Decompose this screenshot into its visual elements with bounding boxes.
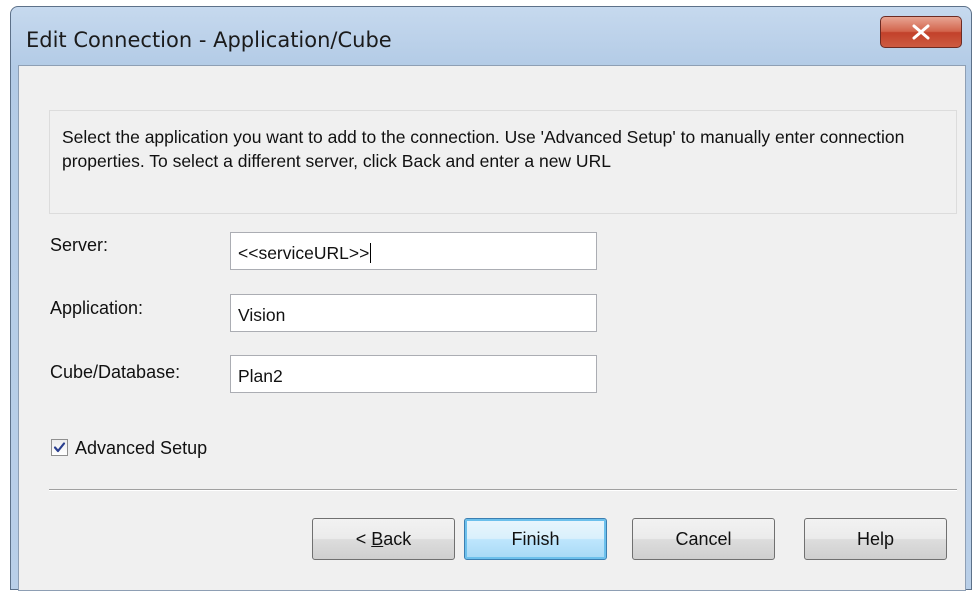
dialog-body: Select the application you want to add t… bbox=[18, 65, 966, 591]
back-button-label: < Back bbox=[355, 528, 412, 549]
back-button[interactable]: < Back bbox=[312, 518, 455, 560]
application-input[interactable]: Vision bbox=[230, 294, 597, 332]
close-icon bbox=[912, 24, 930, 40]
window-title: Edit Connection - Application/Cube bbox=[26, 28, 392, 52]
description-panel: Select the application you want to add t… bbox=[49, 110, 957, 214]
cube-database-label: Cube/Database: bbox=[50, 362, 181, 382]
server-value: <<serviceURL>> bbox=[238, 243, 370, 263]
cancel-button[interactable]: Cancel bbox=[632, 518, 775, 560]
help-button[interactable]: Help bbox=[804, 518, 947, 560]
checkmark-icon bbox=[53, 442, 66, 453]
dialog-window: Edit Connection - Application/Cube Selec… bbox=[10, 6, 972, 591]
text-cursor bbox=[370, 243, 372, 263]
divider bbox=[49, 489, 957, 491]
cube-database-value: Plan2 bbox=[238, 366, 283, 386]
application-label: Application: bbox=[50, 298, 144, 318]
application-value: Vision bbox=[238, 305, 286, 325]
close-button[interactable] bbox=[880, 16, 962, 48]
advanced-setup-label[interactable]: Advanced Setup bbox=[75, 438, 207, 459]
cube-database-input[interactable]: Plan2 bbox=[230, 355, 597, 393]
finish-button[interactable]: Finish bbox=[464, 518, 607, 560]
server-label: Server: bbox=[50, 235, 109, 255]
server-input[interactable]: <<serviceURL>> bbox=[230, 232, 597, 270]
advanced-setup-checkbox[interactable] bbox=[51, 439, 68, 456]
description-text: Select the application you want to add t… bbox=[62, 127, 905, 171]
